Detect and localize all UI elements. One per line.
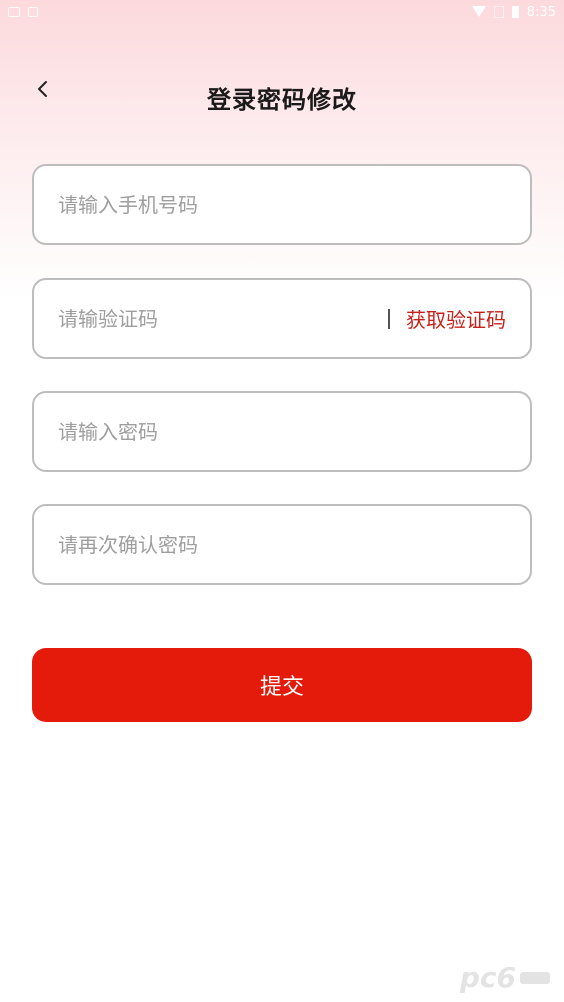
password-field[interactable] (32, 391, 532, 472)
confirm-password-field[interactable] (32, 504, 532, 585)
status-bar: 8:35 (0, 0, 564, 24)
watermark-logo: pc6 (459, 961, 516, 994)
status-time: 8:35 (526, 4, 556, 20)
watermark: pc6 (460, 961, 550, 994)
code-input[interactable] (58, 306, 380, 331)
page-title: 登录密码修改 (207, 86, 357, 114)
password-input[interactable] (58, 419, 506, 444)
phone-field[interactable] (32, 164, 532, 245)
code-field[interactable]: 获取验证码 (32, 278, 532, 359)
app-notification-icon (28, 7, 38, 17)
wifi-icon (471, 6, 486, 18)
signal-icon (493, 6, 504, 18)
header: 登录密码修改 (0, 66, 564, 126)
status-left (8, 7, 38, 17)
watermark-badge (520, 971, 550, 984)
status-right: 8:35 (471, 4, 556, 20)
submit-button[interactable]: 提交 (32, 648, 532, 722)
code-divider (388, 308, 390, 329)
get-code-button[interactable]: 获取验证码 (406, 304, 506, 333)
phone-input[interactable] (58, 192, 506, 217)
notification-icon (8, 7, 20, 17)
confirm-password-input[interactable] (58, 532, 506, 557)
battery-icon (511, 6, 519, 18)
